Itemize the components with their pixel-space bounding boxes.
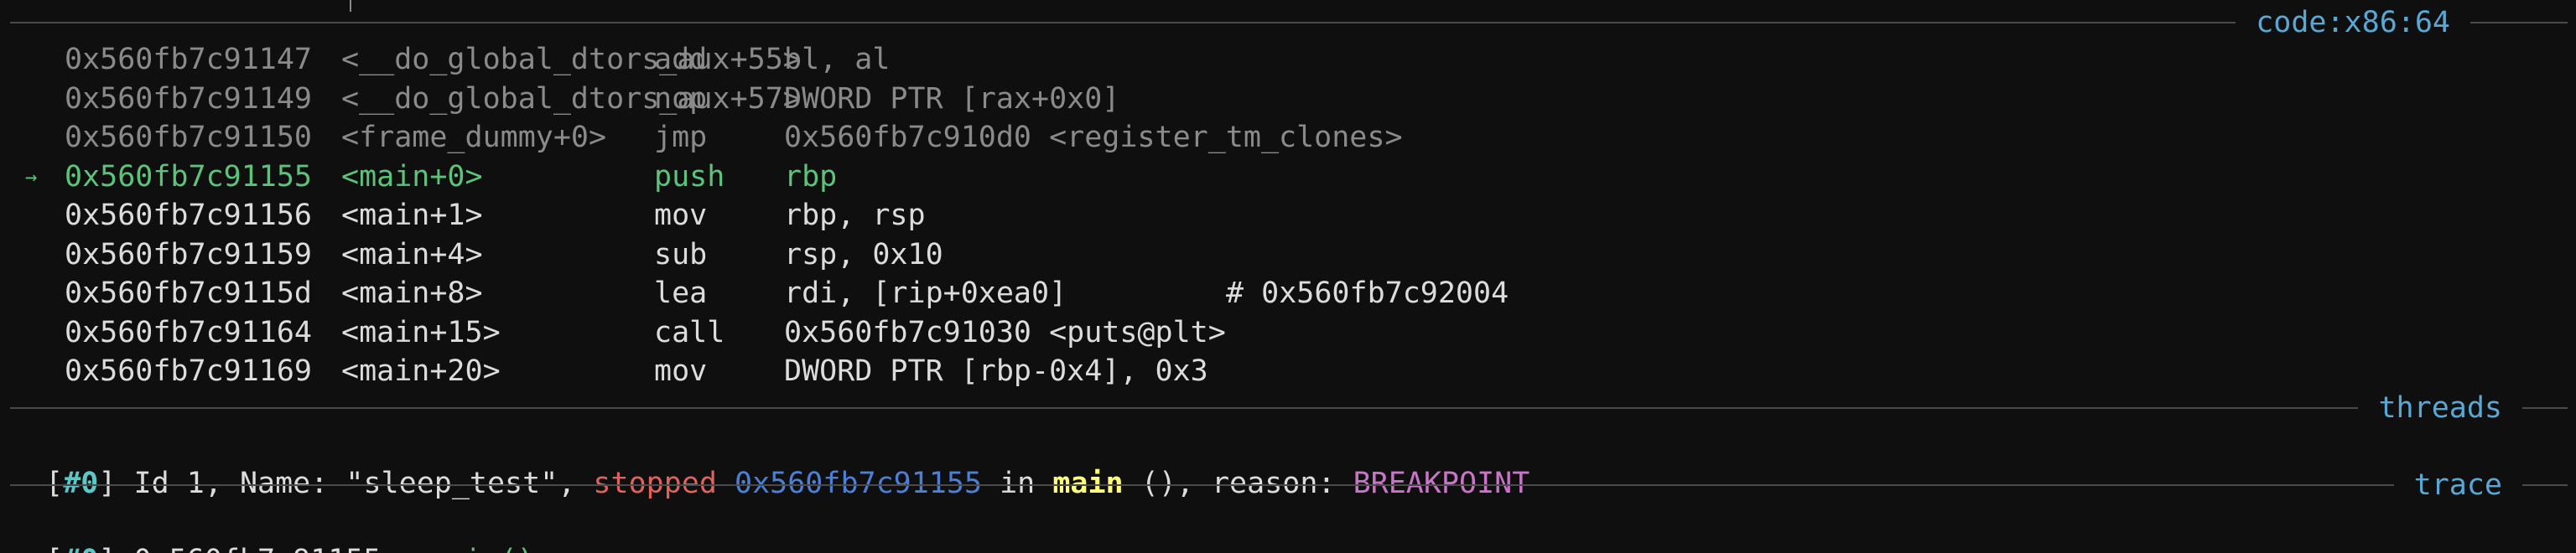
trace-entry[interactable]: [#0] 0x560fb7c91155 → main() — [10, 503, 534, 553]
code-section-title: code:x86:64 — [2236, 3, 2470, 42]
code-section-rule — [10, 22, 2568, 23]
trace-bracket-open: [ — [45, 544, 63, 553]
disasm-mnemonic: add — [654, 43, 708, 76]
trace-bracket-close: ] — [98, 544, 116, 553]
trace-function: main() — [428, 544, 534, 553]
trace-address: 0x560fb7c91155 — [134, 544, 382, 553]
disasm-operands: DWORD PTR [rax+0x0] — [784, 81, 1120, 116]
disasm-mnemonic: mov — [654, 354, 708, 388]
disasm-mnemonic: nop — [654, 81, 708, 116]
threads-section-title: threads — [2358, 389, 2522, 427]
disasm-operands: bl, al — [784, 43, 891, 76]
disasm-mnemonic: lea — [654, 276, 708, 310]
trace-index: #0 — [63, 544, 98, 553]
disasm-symbol: <main+15> — [341, 315, 501, 349]
disasm-operands: rbp — [784, 159, 838, 194]
trace-section-title: trace — [2393, 466, 2522, 504]
disasm-symbol: <main+8> — [341, 276, 483, 310]
disasm-address: 0x560fb7c91149 — [65, 81, 313, 116]
disasm-address: 0x560fb7c91147 — [65, 43, 313, 76]
disasm-symbol: <main+0> — [341, 159, 483, 194]
disasm-symbol: <frame_dummy+0> — [341, 121, 607, 154]
trace-section-rule — [10, 484, 2568, 486]
disasm-address: 0x560fb7c9115d — [65, 276, 313, 310]
disasm-symbol: <main+4> — [341, 237, 483, 271]
disasm-address: 0x560fb7c91156 — [65, 199, 313, 232]
disasm-comment: # 0x560fb7c92004 — [1226, 276, 1509, 310]
disasm-mnemonic: mov — [654, 199, 708, 232]
disasm-operands: 0x560fb7c910d0 <register_tm_clones> — [784, 121, 1403, 154]
disasm-symbol: <__do_global_dtors_aux+55> — [341, 43, 801, 76]
disasm-address: 0x560fb7c91159 — [65, 237, 313, 271]
disasm-operands: 0x560fb7c91030 <puts@plt> — [784, 315, 1226, 349]
disasm-operands: rdi, [rip+0xea0] — [784, 276, 1067, 310]
disasm-operands: rbp, rsp — [784, 199, 926, 232]
disasm-address: 0x560fb7c91164 — [65, 315, 313, 349]
disasm-address: 0x560fb7c91150 — [65, 121, 313, 154]
disasm-symbol: <main+1> — [341, 199, 483, 232]
disasm-mnemonic: jmp — [654, 121, 708, 154]
disasm-address: 0x560fb7c91169 — [65, 354, 313, 388]
thread-entry[interactable]: [#0] Id 1, Name: "sleep_test", stopped 0… — [10, 426, 1530, 500]
threads-section-header: threads — [10, 389, 2568, 427]
disasm-symbol: <__do_global_dtors_aux+57> — [341, 81, 801, 116]
code-section-header: code:x86:64 — [10, 3, 2568, 42]
current-instruction-arrow-icon: → — [25, 164, 38, 189]
trace-section-header: trace — [10, 466, 2568, 504]
disasm-operands: rsp, 0x10 — [784, 237, 943, 271]
disasm-symbol: <main+20> — [341, 354, 501, 388]
disasm-mnemonic: call — [654, 315, 725, 349]
disasm-mnemonic: sub — [654, 237, 708, 271]
disasm-mnemonic: push — [654, 159, 725, 194]
disasm-address: 0x560fb7c91155 — [65, 159, 313, 194]
disasm-operands: DWORD PTR [rbp-0x4], 0x3 — [784, 354, 1208, 388]
threads-section-rule — [10, 407, 2568, 409]
